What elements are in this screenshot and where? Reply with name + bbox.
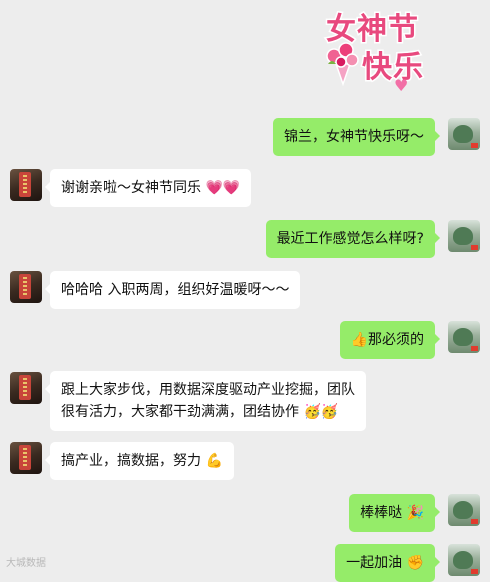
message-line: 跟上大家步伐，用数据深度驱动产业挖掘，团队 — [61, 382, 355, 398]
message-bubble-sent[interactable]: 棒棒哒 🎉 — [349, 494, 440, 532]
self-avatar[interactable] — [448, 118, 480, 150]
contact-avatar[interactable] — [10, 169, 42, 201]
message-bubble-received[interactable]: 哈哈哈 入职两周，组织好温暖呀～～ — [44, 271, 301, 309]
watermark: 大城数据 — [6, 558, 46, 569]
message-bubble-sent[interactable]: 锦兰，女神节快乐呀～ — [273, 118, 440, 156]
message-bubble-received[interactable]: 谢谢亲啦～女神节同乐 💗💗 — [44, 169, 252, 207]
message-bubble-sent[interactable]: 一起加油 ✊ — [335, 544, 440, 582]
self-avatar[interactable] — [448, 544, 480, 576]
message-line: 很有活力，大家都干劲满满，团结协作 🥳🥳 — [61, 404, 339, 420]
holiday-sticker[interactable]: 女神节 快乐 ♥ — [318, 0, 438, 96]
message-bubble-received[interactable]: 搞产业，搞数据，努力 💪 — [45, 442, 234, 480]
contact-avatar[interactable] — [10, 372, 42, 404]
contact-avatar[interactable] — [10, 442, 42, 474]
heart-icon: ♥ — [394, 76, 409, 95]
self-avatar[interactable] — [448, 321, 480, 353]
message-bubble-sent[interactable]: 最近工作感觉怎么样呀? — [265, 220, 441, 258]
message-bubble-received[interactable]: 跟上大家步伐，用数据深度驱动产业挖掘，团队 很有活力，大家都干劲满满，团结协作 … — [45, 371, 366, 431]
self-avatar[interactable] — [448, 220, 480, 252]
self-avatar[interactable] — [448, 494, 480, 526]
sticker-title-line2: 快乐 — [361, 49, 425, 87]
contact-avatar[interactable] — [10, 271, 42, 303]
message-bubble-sent[interactable]: 👍那必须的 — [339, 321, 441, 359]
